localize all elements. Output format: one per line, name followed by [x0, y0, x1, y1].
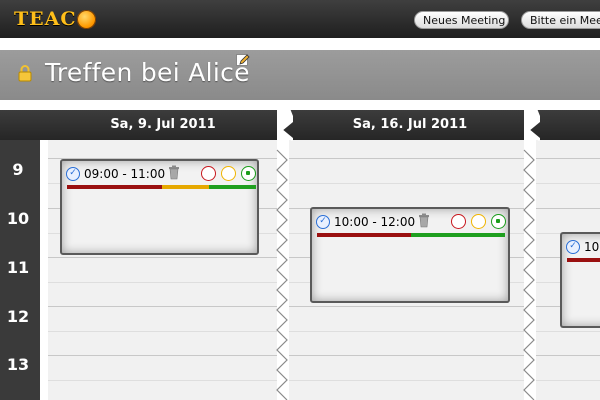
- vote-yes-button[interactable]: [241, 166, 256, 181]
- lock-icon: [18, 65, 32, 82]
- meeting-time: 10:: [584, 240, 600, 254]
- trash-icon[interactable]: [168, 165, 180, 180]
- meeting-time: 10:00 - 12:00: [334, 215, 416, 229]
- vote-bar-no: [567, 258, 600, 262]
- vote-bar-no: [317, 233, 411, 237]
- vote-no-button[interactable]: [451, 214, 466, 229]
- day-header-1[interactable]: Sa, 9. Jul 2011: [48, 110, 278, 140]
- edit-pencil-icon[interactable]: [236, 54, 250, 68]
- logo-text: TEAC: [14, 8, 77, 30]
- hour-label-10: 10: [6, 209, 30, 228]
- hour-label-12: 12: [6, 307, 30, 326]
- new-meeting-button[interactable]: Neues Meeting: [414, 11, 509, 29]
- meeting-card[interactable]: ✓ 10:: [560, 232, 600, 328]
- check-icon[interactable]: ✓: [566, 240, 580, 254]
- grid-gutter: [40, 140, 48, 400]
- vote-bar-yes: [411, 233, 505, 237]
- teaco-logo[interactable]: TEAC: [14, 8, 97, 30]
- vote-bar-yes: [209, 185, 256, 189]
- day-header-2[interactable]: Sa, 16. Jul 2011: [295, 110, 525, 140]
- column-tear-separator: [276, 110, 293, 400]
- vote-bar-maybe: [162, 185, 209, 189]
- page-title: Treffen bei Alice: [45, 58, 250, 87]
- top-bar: TEAC Neues Meeting Bitte ein Meeting: [0, 0, 600, 38]
- hour-label-13: 13: [6, 355, 30, 374]
- check-icon[interactable]: ✓: [316, 215, 330, 229]
- trash-icon[interactable]: [418, 213, 430, 228]
- logo-circle-icon: [77, 9, 97, 29]
- vote-yes-button[interactable]: [491, 214, 506, 229]
- column-tear-separator: [523, 110, 540, 400]
- vote-bar-no: [67, 185, 162, 189]
- request-meeting-button[interactable]: Bitte ein Meeting: [521, 11, 600, 29]
- vote-maybe-button[interactable]: [471, 214, 486, 229]
- vote-maybe-button[interactable]: [221, 166, 236, 181]
- vote-no-button[interactable]: [201, 166, 216, 181]
- hour-label-11: 11: [6, 258, 30, 277]
- meeting-card[interactable]: ✓ 10:00 - 12:00: [310, 207, 510, 303]
- check-icon[interactable]: ✓: [66, 167, 80, 181]
- meeting-time: 09:00 - 11:00: [84, 167, 166, 181]
- hour-label-9: 9: [12, 160, 24, 179]
- meeting-card[interactable]: ✓ 09:00 - 11:00: [60, 159, 259, 255]
